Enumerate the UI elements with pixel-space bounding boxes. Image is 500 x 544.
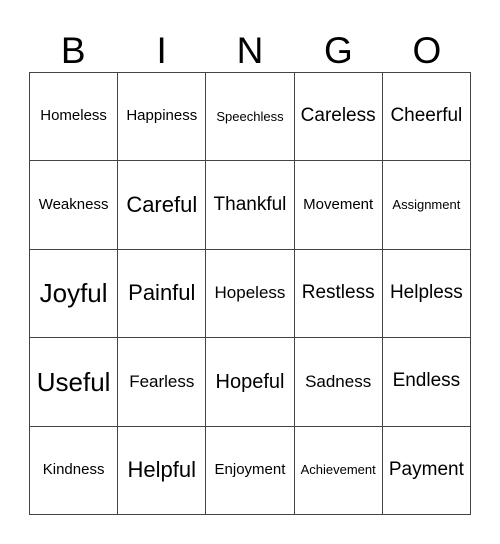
bingo-cell[interactable]: Hopeful [205,337,295,427]
bingo-row: Weakness Careful Thankful Movement Assig… [28,160,472,250]
header-letter-i: I [156,30,167,71]
bingo-cell[interactable]: Speechless [205,71,295,162]
bingo-cell[interactable]: Happiness [117,71,207,162]
bingo-cell[interactable]: Useful [28,337,119,427]
bingo-cell[interactable]: Weakness [28,160,119,250]
bingo-row: Useful Fearless Hopeful Sadness Endless [28,337,472,427]
bingo-cell[interactable]: Restless [293,248,383,339]
bingo-cell[interactable]: Careless [293,71,383,162]
bingo-cell[interactable]: Cheerful [381,71,472,162]
bingo-header: B I N G O [29,30,471,72]
bingo-row: Homeless Happiness Speechless Careless C… [28,71,472,162]
bingo-cell[interactable]: Enjoyment [205,425,295,516]
bingo-cell[interactable]: Achievement [293,425,383,516]
bingo-cell[interactable]: Sadness [293,337,383,427]
header-letter-g: G [324,30,353,71]
bingo-cell[interactable]: Careful [117,160,207,250]
bingo-cell[interactable]: Helpful [117,425,207,516]
bingo-cell[interactable]: Painful [117,248,207,339]
bingo-cell[interactable]: Thankful [205,160,295,250]
header-letter-o: O [412,30,442,71]
bingo-row: Joyful Painful Hopeless Restless Helples… [28,248,472,339]
bingo-cell[interactable]: Kindness [28,425,119,516]
header-letter-n: N [236,30,264,71]
bingo-cell[interactable]: Assignment [381,160,472,250]
bingo-cell[interactable]: Helpless [381,248,472,339]
bingo-cell[interactable]: Joyful [28,248,119,339]
bingo-cell[interactable]: Homeless [28,71,119,162]
bingo-row: Kindness Helpful Enjoyment Achievement P… [28,425,472,516]
bingo-cell[interactable]: Payment [381,425,472,516]
bingo-cell[interactable]: Endless [381,337,472,427]
header-letter-b: B [60,30,86,71]
bingo-cell[interactable]: Hopeless [205,248,295,339]
bingo-cell[interactable]: Fearless [117,337,207,427]
bingo-card: Homeless Happiness Speechless Careless C… [28,71,472,516]
bingo-cell[interactable]: Movement [293,160,383,250]
